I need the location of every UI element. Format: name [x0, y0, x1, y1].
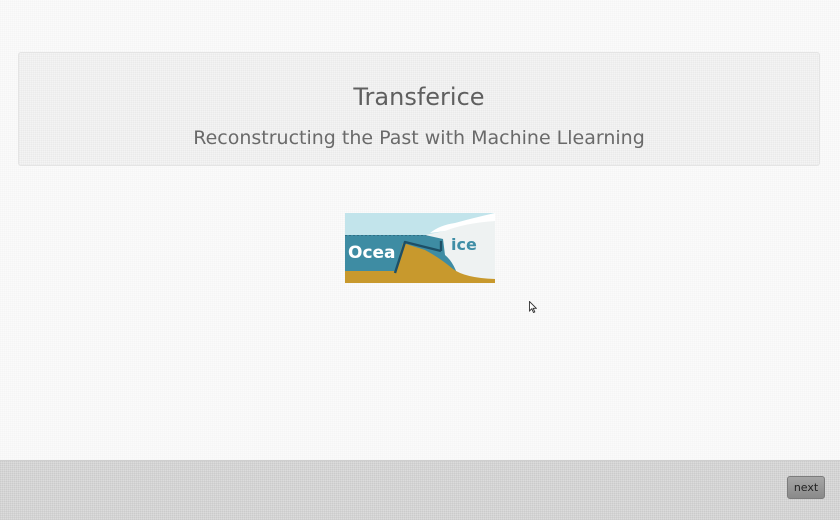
page-title: Transferice — [353, 83, 485, 111]
transferice-logo: Ocea ice — [345, 213, 495, 283]
page-subtitle: Reconstructing the Past with Machine Lle… — [193, 127, 645, 149]
title-panel: Transferice Reconstructing the Past with… — [18, 52, 820, 166]
slide-page: Transferice Reconstructing the Past with… — [0, 0, 840, 520]
footer-bar — [0, 460, 840, 520]
logo-ice-label: ice — [451, 235, 477, 254]
logo-ocean-label: Ocea — [348, 243, 396, 263]
next-button[interactable]: next — [787, 476, 825, 499]
mouse-pointer-icon — [529, 298, 538, 314]
